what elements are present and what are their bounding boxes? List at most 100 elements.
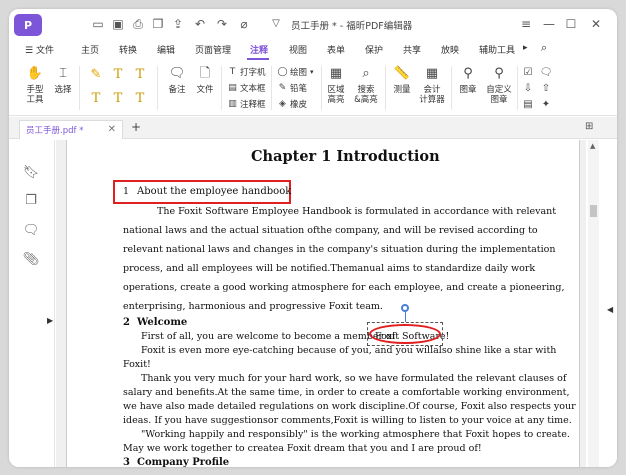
section-2-line: we have also made detailed regulations o…	[123, 401, 576, 412]
new-tab-button[interactable]: +	[131, 120, 141, 134]
pdf-page: Chapter 1 Introduction 1 About the emplo…	[66, 140, 580, 467]
pencil-icon: ✎	[278, 83, 287, 93]
document-tab-label: 员工手册.pdf *	[26, 126, 84, 136]
comments-icon[interactable]: 🗨	[23, 222, 40, 238]
calculator-button[interactable]: ▦ 会计 计算器	[417, 65, 447, 105]
collapse-right-panel-icon[interactable]: ◀	[607, 305, 613, 314]
tab-protect[interactable]: 保护	[365, 43, 383, 56]
copy-icon[interactable]: ❐	[151, 17, 165, 31]
panel-toggle-icon[interactable]: ⊞	[585, 121, 593, 132]
typewriter-button[interactable]: T 打字机	[227, 66, 266, 78]
summarize-icon: ▤	[523, 99, 533, 110]
share-icon[interactable]: ⇪	[171, 17, 185, 31]
tab-comment[interactable]: 注释	[250, 43, 268, 56]
tab-accessibility-tools[interactable]: 辅助工具	[479, 43, 515, 56]
area-highlight-button[interactable]: ▦ 区域 高亮	[323, 65, 349, 105]
replace-text-button[interactable]: T	[111, 90, 125, 110]
search-highlight-icon: ⌕	[362, 66, 370, 81]
note-icon: 🗨	[168, 66, 186, 81]
print-icon[interactable]: ⎙	[131, 17, 145, 31]
tab-form[interactable]: 表单	[327, 43, 345, 56]
select-label: 选择	[54, 85, 72, 95]
highlighter-icon: ✎	[90, 67, 102, 82]
measure-dropdown[interactable]: 📏 测量	[389, 65, 415, 95]
search-highlight-button[interactable]: ⌕ 搜索 &高亮	[351, 65, 381, 105]
tab-convert[interactable]: 转换	[119, 43, 137, 56]
maximize-icon[interactable]: ☐	[562, 15, 580, 33]
document-tab[interactable]: 员工手册.pdf * ✕	[19, 120, 123, 139]
rotate-handle[interactable]	[401, 304, 409, 312]
section-1-line: The Foxit Software Employee Handbook is …	[157, 206, 557, 217]
search-icon[interactable]: ⌕	[541, 41, 547, 55]
attach-file-button[interactable]: 🗋 文件	[193, 65, 217, 95]
textbox-button[interactable]: ▤ 文本框	[227, 82, 265, 94]
ellipse-annotation[interactable]	[369, 324, 441, 344]
tab-edit[interactable]: 编辑	[157, 43, 175, 56]
minimize-icon[interactable]: —	[540, 15, 558, 33]
left-sidebar: 🔖︎ ❐ 🗨 📎︎ ▶	[9, 140, 55, 467]
hand-tool-button[interactable]: ✋ 手型 工具	[23, 65, 47, 105]
squiggly-t-icon: T	[91, 91, 101, 106]
quick-access-dropdown-icon[interactable]: ▽	[269, 17, 283, 31]
pin-icon: ✦	[541, 99, 551, 110]
section-2-line: "Working happily and responsibly" is the…	[141, 429, 570, 440]
save-icon[interactable]: ▣	[111, 17, 125, 31]
area-highlight-icon: ▦	[329, 66, 343, 81]
redo-icon[interactable]: ↷	[215, 17, 229, 31]
file-icon: 🗋	[199, 66, 211, 81]
custom-stamp-label: 自定义 图章	[486, 85, 512, 105]
pin-comments-button[interactable]: ✦	[539, 96, 553, 116]
document-viewport[interactable]: Chapter 1 Introduction 1 About the emplo…	[56, 140, 586, 467]
menu-icon[interactable]: ≡	[517, 15, 535, 33]
highlight-text-button[interactable]: ✎	[89, 66, 103, 86]
app-logo[interactable]: P	[14, 14, 42, 36]
close-icon[interactable]: ✕	[587, 15, 605, 33]
right-panel: ▲ ◀	[586, 140, 617, 467]
section-2-line: Foxit!	[123, 359, 151, 370]
menu-more-icon[interactable]: ▸	[523, 43, 528, 53]
section-3-title: Company Profile	[137, 457, 230, 467]
tab-share[interactable]: 共享	[403, 43, 421, 56]
section-1-title: About the employee handbook	[137, 186, 292, 197]
section-2-line: salary and benefits.At the same time, in…	[123, 387, 570, 398]
vertical-scrollbar[interactable]	[588, 140, 599, 467]
custom-stamp-dropdown[interactable]: ⚲ 自定义 图章	[483, 65, 515, 105]
search-highlight-label: 搜索 &高亮	[354, 85, 378, 105]
underline-t-icon: T	[113, 67, 123, 82]
stamp-dropdown[interactable]: ⚲ 图章	[455, 65, 481, 95]
tab-view[interactable]: 视图	[289, 43, 307, 56]
eraser-button[interactable]: ◈ 橡皮	[277, 98, 307, 110]
title-bar: P ▭ ▣ ⎙ ❐ ⇪ ↶ ↷ ⌀ ▽ 员工手册 * - 福昕PDF编辑器 ≡ …	[9, 9, 617, 39]
close-tab-icon[interactable]: ✕	[108, 124, 116, 135]
file-menu[interactable]: ☰ 文件	[25, 43, 54, 56]
pencil-button[interactable]: ✎ 铅笔	[277, 82, 307, 94]
measure-label: 测量	[393, 85, 411, 95]
pages-icon[interactable]: ❐	[23, 192, 39, 208]
squiggly-text-button[interactable]: T	[89, 90, 103, 110]
insert-text-button[interactable]: T	[133, 90, 147, 110]
undo-icon[interactable]: ↶	[193, 17, 207, 31]
hand-tool-label: 手型 工具	[26, 85, 44, 105]
underline-text-button[interactable]: T	[111, 66, 125, 86]
drawing-dropdown[interactable]: ◯ 绘图 ▾	[277, 66, 313, 78]
select-button[interactable]: ⌶ 选择	[51, 65, 75, 95]
tab-home[interactable]: 主页	[81, 43, 99, 56]
expand-panel-icon[interactable]: ▶	[47, 316, 53, 325]
bookmark-icon[interactable]: 🔖︎	[23, 164, 40, 180]
ruler-icon: 📏	[393, 66, 411, 81]
clear-icon[interactable]: ⌀	[237, 17, 251, 31]
summarize-comments-button[interactable]: ▤	[521, 96, 535, 116]
section-1-line: enterprising, harmonious and progressive…	[123, 301, 383, 312]
tab-present[interactable]: 放映	[441, 43, 459, 56]
ribbon-separator	[321, 66, 322, 110]
replace-t-icon: T	[113, 91, 123, 106]
scroll-thumb[interactable]	[590, 205, 597, 217]
open-folder-icon[interactable]: ▭	[91, 17, 105, 31]
tab-page-management[interactable]: 页面管理	[195, 43, 231, 56]
scroll-up-icon[interactable]: ▲	[590, 142, 595, 150]
strikeout-text-button[interactable]: T	[133, 66, 147, 86]
callout-button[interactable]: ▥ 注释框	[227, 98, 265, 110]
ribbon-separator	[79, 66, 80, 110]
note-button[interactable]: 🗨 备注	[165, 65, 189, 95]
attachment-icon[interactable]: 📎︎	[23, 251, 40, 267]
